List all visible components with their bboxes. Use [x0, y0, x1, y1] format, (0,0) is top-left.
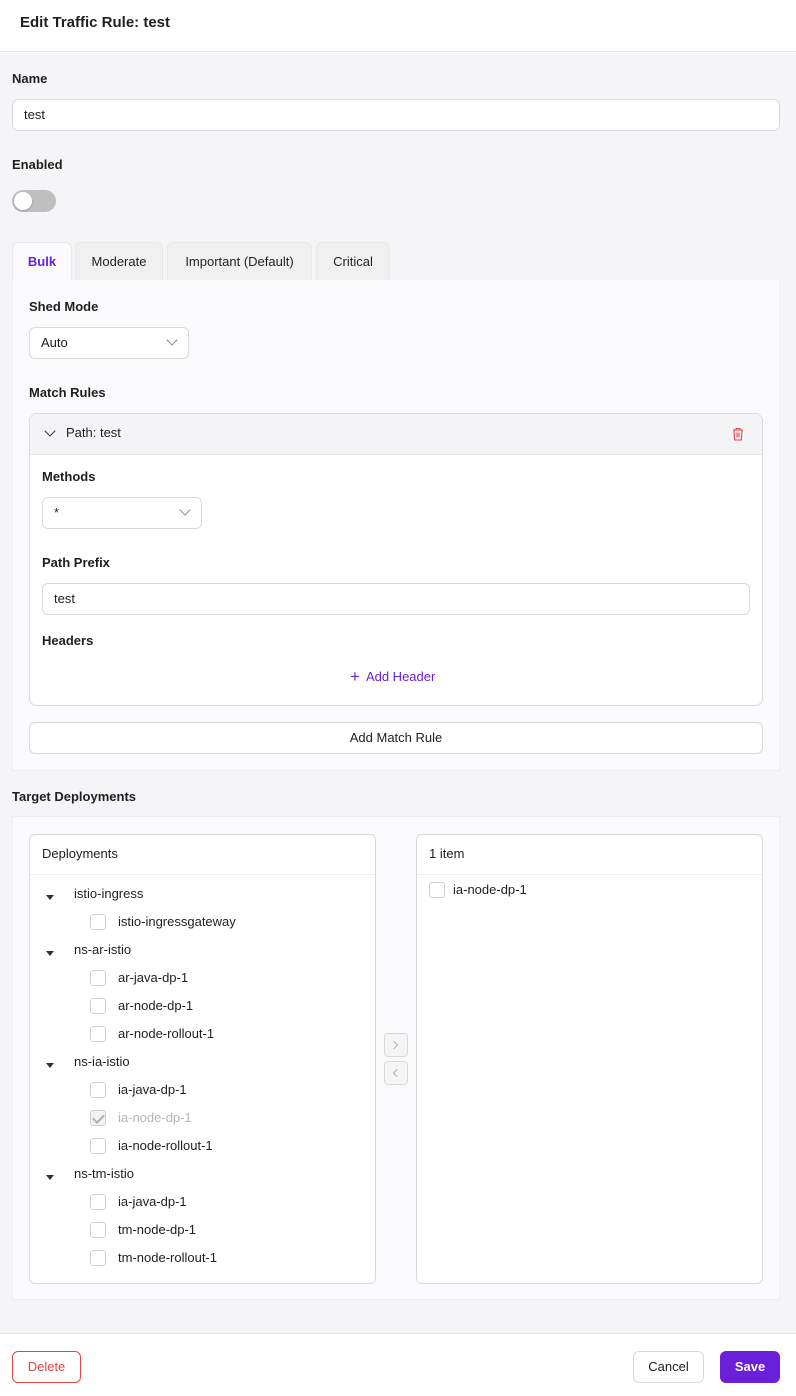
shed-mode-value: Auto	[41, 335, 68, 350]
match-rules-label: Match Rules	[29, 385, 106, 400]
target-list: 1 item	[416, 834, 763, 1284]
caret-down-icon[interactable]	[46, 895, 54, 900]
shed-mode-label: Shed Mode	[29, 299, 99, 314]
chevron-right-icon	[389, 1040, 399, 1050]
tree-group-label: ns-tm-istio	[74, 1166, 134, 1181]
save-button[interactable]: Save	[720, 1351, 780, 1383]
tab-bulk[interactable]: Bulk	[12, 242, 72, 281]
deployment-checkbox[interactable]	[90, 998, 106, 1014]
caret-down-icon[interactable]	[46, 951, 54, 956]
enabled-toggle[interactable]	[12, 190, 56, 212]
add-header-label: Add Header	[365, 669, 436, 684]
target-item-checkbox[interactable]	[429, 882, 445, 898]
target-list-title: 1 item	[417, 835, 762, 875]
tab-moderate[interactable]: Moderate	[75, 242, 163, 280]
toggle-knob	[14, 192, 32, 210]
methods-label: Methods	[42, 469, 96, 484]
delete-button[interactable]: Delete	[12, 1351, 81, 1383]
deployment-checkbox[interactable]	[90, 914, 106, 930]
tree-item-label[interactable]: ar-node-rollout-1	[118, 1024, 214, 1044]
match-rule-panel: Path: test	[29, 413, 763, 706]
chevron-down-icon	[166, 334, 178, 346]
name-label: Name	[12, 71, 48, 86]
tab-critical[interactable]: Critical	[316, 242, 390, 280]
name-input[interactable]: test	[12, 99, 780, 131]
cancel-button[interactable]: Cancel	[633, 1351, 704, 1383]
deployment-checkbox[interactable]	[90, 1222, 106, 1238]
deployment-checkbox[interactable]	[90, 1194, 106, 1210]
tree-item-label[interactable]: tm-node-dp-1	[118, 1220, 196, 1240]
deployment-checkbox[interactable]	[90, 970, 106, 986]
page-header: Edit Traffic Rule: test	[0, 0, 796, 52]
add-match-rule-button[interactable]: Add Match Rule	[29, 722, 763, 754]
methods-select[interactable]: *	[42, 497, 202, 529]
target-item-label[interactable]: ia-node-dp-1	[453, 880, 527, 900]
path-prefix-input[interactable]: test	[42, 583, 750, 615]
tree-item-label[interactable]: istio-ingressgateway	[118, 912, 236, 932]
tab-important[interactable]: Important (Default)	[167, 242, 312, 280]
deployment-checkbox[interactable]	[90, 1138, 106, 1154]
enabled-label: Enabled	[12, 157, 63, 172]
tree-item-label[interactable]: ia-java-dp-1	[118, 1080, 187, 1100]
move-right-button[interactable]	[384, 1033, 408, 1057]
chevron-down-icon	[179, 504, 191, 516]
source-list-title: Deployments	[30, 835, 375, 875]
chevron-left-icon	[392, 1068, 402, 1078]
deployment-checkbox[interactable]	[90, 1250, 106, 1266]
tree-group-label: istio-ingress	[74, 886, 144, 901]
deployment-checkbox-disabled	[90, 1110, 106, 1126]
chevron-down-icon	[44, 425, 56, 437]
deployment-checkbox[interactable]	[90, 1026, 106, 1042]
headers-label: Headers	[42, 633, 94, 648]
caret-down-icon[interactable]	[46, 1175, 54, 1180]
tree-item-label[interactable]: ia-node-rollout-1	[118, 1136, 213, 1156]
tree-item-label[interactable]: ia-java-dp-1	[118, 1192, 187, 1212]
tree-item-label-disabled: ia-node-dp-1	[118, 1110, 192, 1125]
shed-mode-select[interactable]: Auto	[29, 327, 189, 359]
tree-item-label[interactable]: ar-java-dp-1	[118, 968, 188, 988]
tree-item-label[interactable]: ar-node-dp-1	[118, 996, 193, 1016]
match-rule-title: Path: test	[66, 425, 121, 440]
match-rule-header[interactable]: Path: test	[30, 414, 762, 455]
tree-item-label[interactable]: tm-node-rollout-1	[118, 1248, 217, 1268]
footer-bar: Delete Cancel Save	[0, 1333, 796, 1396]
move-left-button[interactable]	[384, 1061, 408, 1085]
target-deployments-label: Target Deployments	[12, 789, 137, 804]
trash-icon[interactable]	[732, 427, 744, 441]
tree-group-label: ns-ar-istio	[74, 942, 132, 957]
path-prefix-label: Path Prefix	[42, 555, 110, 570]
page-title: Edit Traffic Rule: test	[20, 14, 171, 31]
plus-icon: +	[350, 667, 360, 686]
add-header-button[interactable]: + Add Header	[350, 667, 435, 687]
tree-group-label: ns-ia-istio	[74, 1054, 130, 1069]
caret-down-icon[interactable]	[46, 1063, 54, 1068]
deployment-checkbox[interactable]	[90, 1082, 106, 1098]
methods-value: *	[54, 505, 60, 520]
